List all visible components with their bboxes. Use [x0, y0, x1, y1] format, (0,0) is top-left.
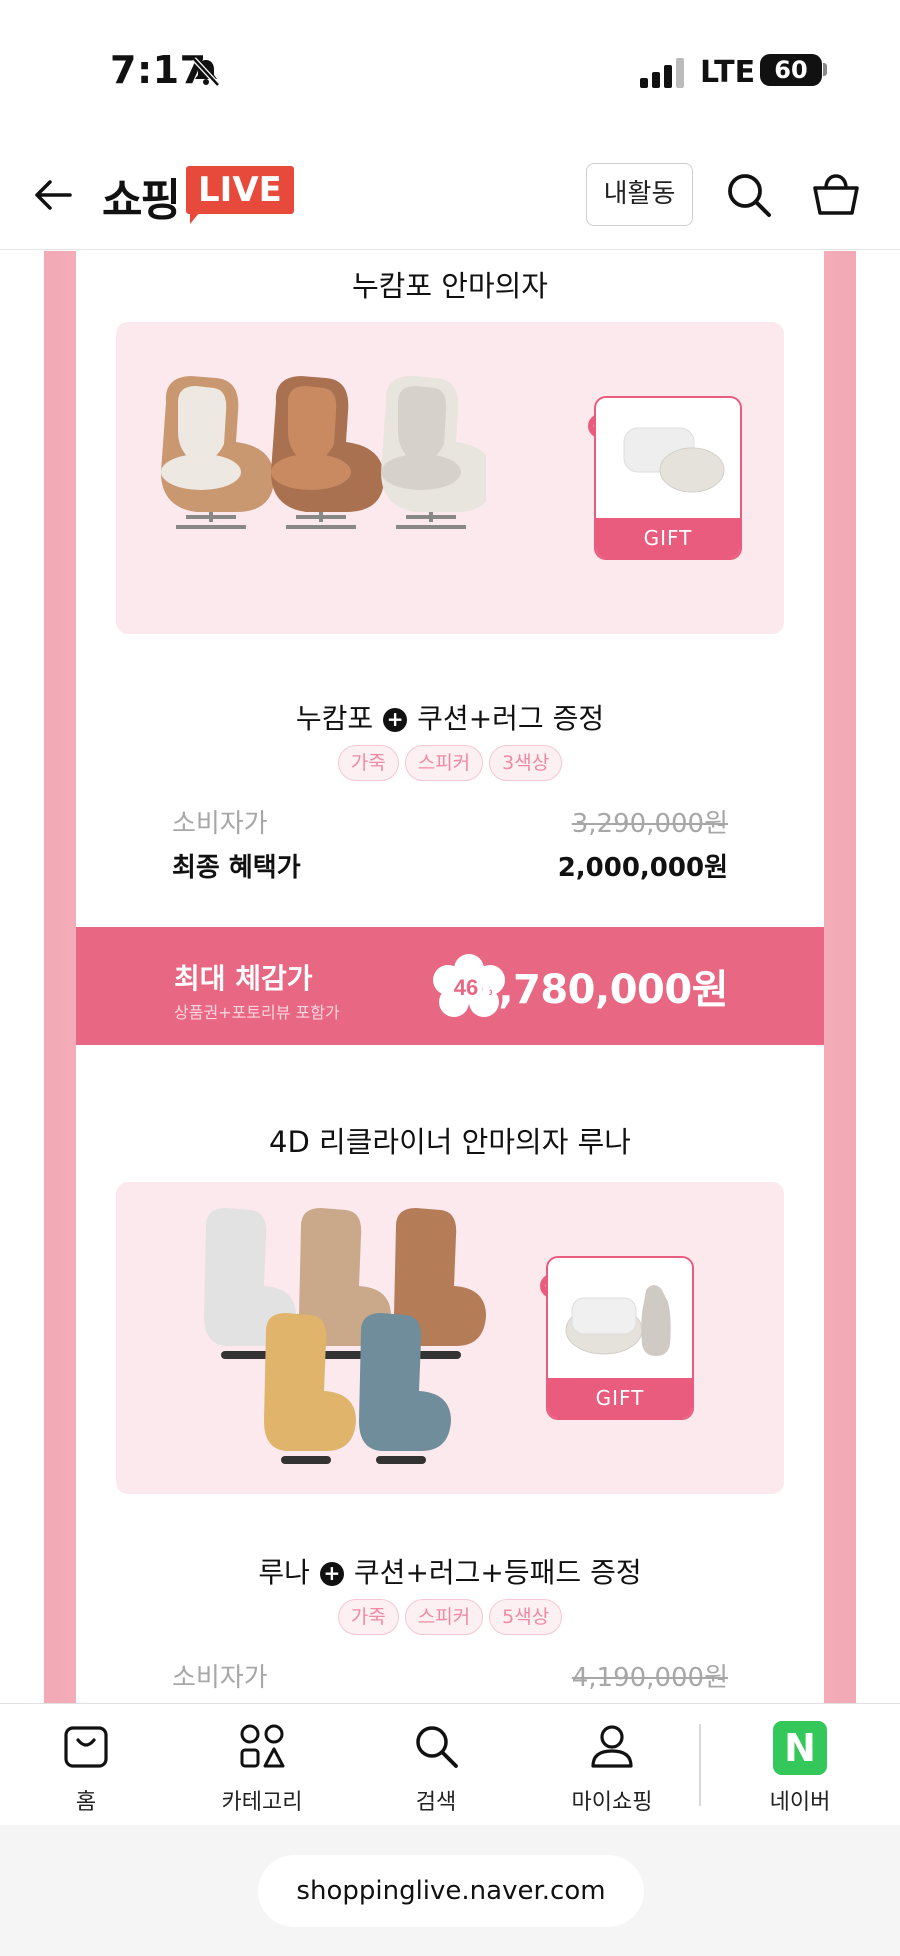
browser-bottom-bar: shoppinglive.naver.com — [0, 1825, 900, 1956]
gift-label: GIFT — [548, 1378, 692, 1418]
search-icon — [416, 1726, 458, 1768]
bell-muted-icon — [192, 57, 220, 87]
consumer-price: 4,190,000원 — [571, 1663, 728, 1693]
network-type: LTE — [700, 55, 756, 90]
tab-my-shopping[interactable]: 마이쇼핑 — [556, 1704, 668, 1826]
category-icon — [240, 1724, 285, 1768]
product-image[interactable]: + GIFT — [116, 322, 784, 634]
offer-gift-text: 쿠션+러그+등패드 증정 — [353, 1556, 642, 1589]
massage-chair-image — [161, 376, 486, 529]
final-price: 2,000,000원 — [557, 853, 728, 883]
search-icon[interactable] — [724, 170, 774, 220]
tag-leather: 가죽 — [337, 745, 399, 781]
tag-list: 가죽 스피커 3색상 — [76, 745, 824, 781]
offer-line: 루나 + 쿠션+러그+등패드 증정 — [76, 1551, 824, 1591]
battery-cap — [823, 63, 827, 76]
tag-list: 가죽 스피커 5색상 — [76, 1599, 824, 1635]
tab-label: 마이쇼핑 — [571, 1790, 653, 1815]
tab-search[interactable]: 검색 — [390, 1704, 482, 1826]
tab-label: 홈 — [75, 1790, 97, 1815]
consumer-price-row: 소비자가 4,190,000원 — [172, 1657, 728, 1697]
my-activity-button[interactable]: 내활동 — [586, 163, 693, 226]
tag-speaker: 스피커 — [404, 745, 484, 781]
plus-circle-icon: + — [383, 708, 408, 732]
logo-text[interactable]: 쇼핑 — [102, 164, 181, 228]
tab-naver[interactable]: N 네이버 — [754, 1704, 846, 1826]
product-title: 누캄포 안마의자 — [352, 269, 548, 303]
gift-label: GIFT — [596, 518, 740, 558]
live-content[interactable]: 누캄포 안마의자 GIFT 누캄포 + 쿠션+러그 증정 가죽 스피커 3색상 … — [0, 251, 900, 1703]
naver-n-icon: N — [773, 1721, 827, 1775]
tab-home[interactable]: 홈 — [40, 1704, 132, 1826]
benefit-title: 최대 체감가 — [174, 962, 313, 995]
tab-label: 네이버 — [769, 1790, 831, 1815]
gift-box: GIFT — [594, 396, 742, 560]
offer-gift-text: 쿠션+러그 증정 — [417, 702, 605, 735]
offer-line: 누캄포 + 쿠션+러그 증정 — [76, 697, 824, 737]
tag-colors: 3색상 — [489, 745, 563, 781]
battery-icon: 60 — [760, 54, 822, 86]
consumer-price-label: 소비자가 — [172, 1663, 268, 1693]
home-bag-icon — [64, 1726, 108, 1768]
tab-label: 카테고리 — [221, 1790, 303, 1815]
shopping-basket-icon[interactable] — [810, 168, 862, 220]
benefit-price: 1,780,000원 — [470, 967, 729, 1013]
consumer-price-label: 소비자가 — [172, 809, 268, 839]
logo-live-badge[interactable]: LIVE — [186, 166, 294, 214]
signal-icon — [640, 58, 684, 88]
max-benefit-bar[interactable]: 최대 체감가 상품권+포토리뷰 포함가 46 % 1,780,000원 — [76, 927, 824, 1045]
plus-circle-icon: + — [319, 1562, 344, 1586]
status-bar: 7:17 LTE 60 — [0, 0, 900, 140]
product-card-1[interactable]: 누캄포 안마의자 GIFT 누캄포 + 쿠션+러그 증정 가죽 스피커 3색상 … — [76, 251, 824, 1177]
bottom-tab-bar: 홈 카테고리 검색 마이쇼핑 N 네이버 — [0, 1703, 900, 1825]
consumer-price: 3,290,000원 — [571, 809, 728, 839]
product-title: 4D 리클라이너 안마의자 루나 — [269, 1125, 631, 1159]
benefit-subtitle: 상품권+포토리뷰 포함가 — [174, 1003, 340, 1022]
final-price-row: 최종 혜택가 2,000,000원 — [172, 847, 728, 887]
product-image[interactable]: + GIFT — [116, 1182, 784, 1494]
back-arrow-icon[interactable] — [30, 172, 76, 218]
person-icon — [591, 1725, 633, 1768]
product-card-2[interactable]: 4D 리클라이너 안마의자 루나 GIFT 루나 + 쿠션+러그+등패드 증정 … — [76, 1075, 824, 1703]
tag-speaker: 스피커 — [404, 1599, 484, 1635]
recliner-chair-image — [204, 1208, 486, 1464]
gift-box: GIFT — [546, 1256, 694, 1420]
final-price-label: 최종 혜택가 — [172, 853, 301, 883]
tag-colors: 5색상 — [489, 1599, 563, 1635]
offer-product-name: 누캄포 — [295, 702, 374, 735]
cushion-rug-image — [623, 427, 725, 493]
tab-category[interactable]: 카테고리 — [206, 1704, 318, 1826]
offer-product-name: 루나 — [258, 1556, 310, 1589]
cushion-rug-pad-image — [565, 1285, 671, 1356]
consumer-price-row: 소비자가 3,290,000원 — [172, 803, 728, 843]
logo-live-tail — [190, 212, 200, 224]
app-header: 쇼핑 LIVE 내활동 — [0, 140, 900, 250]
tag-leather: 가죽 — [337, 1599, 399, 1635]
tab-divider — [699, 1724, 701, 1806]
tab-label: 검색 — [415, 1790, 457, 1815]
url-bar[interactable]: shoppinglive.naver.com — [258, 1855, 644, 1927]
